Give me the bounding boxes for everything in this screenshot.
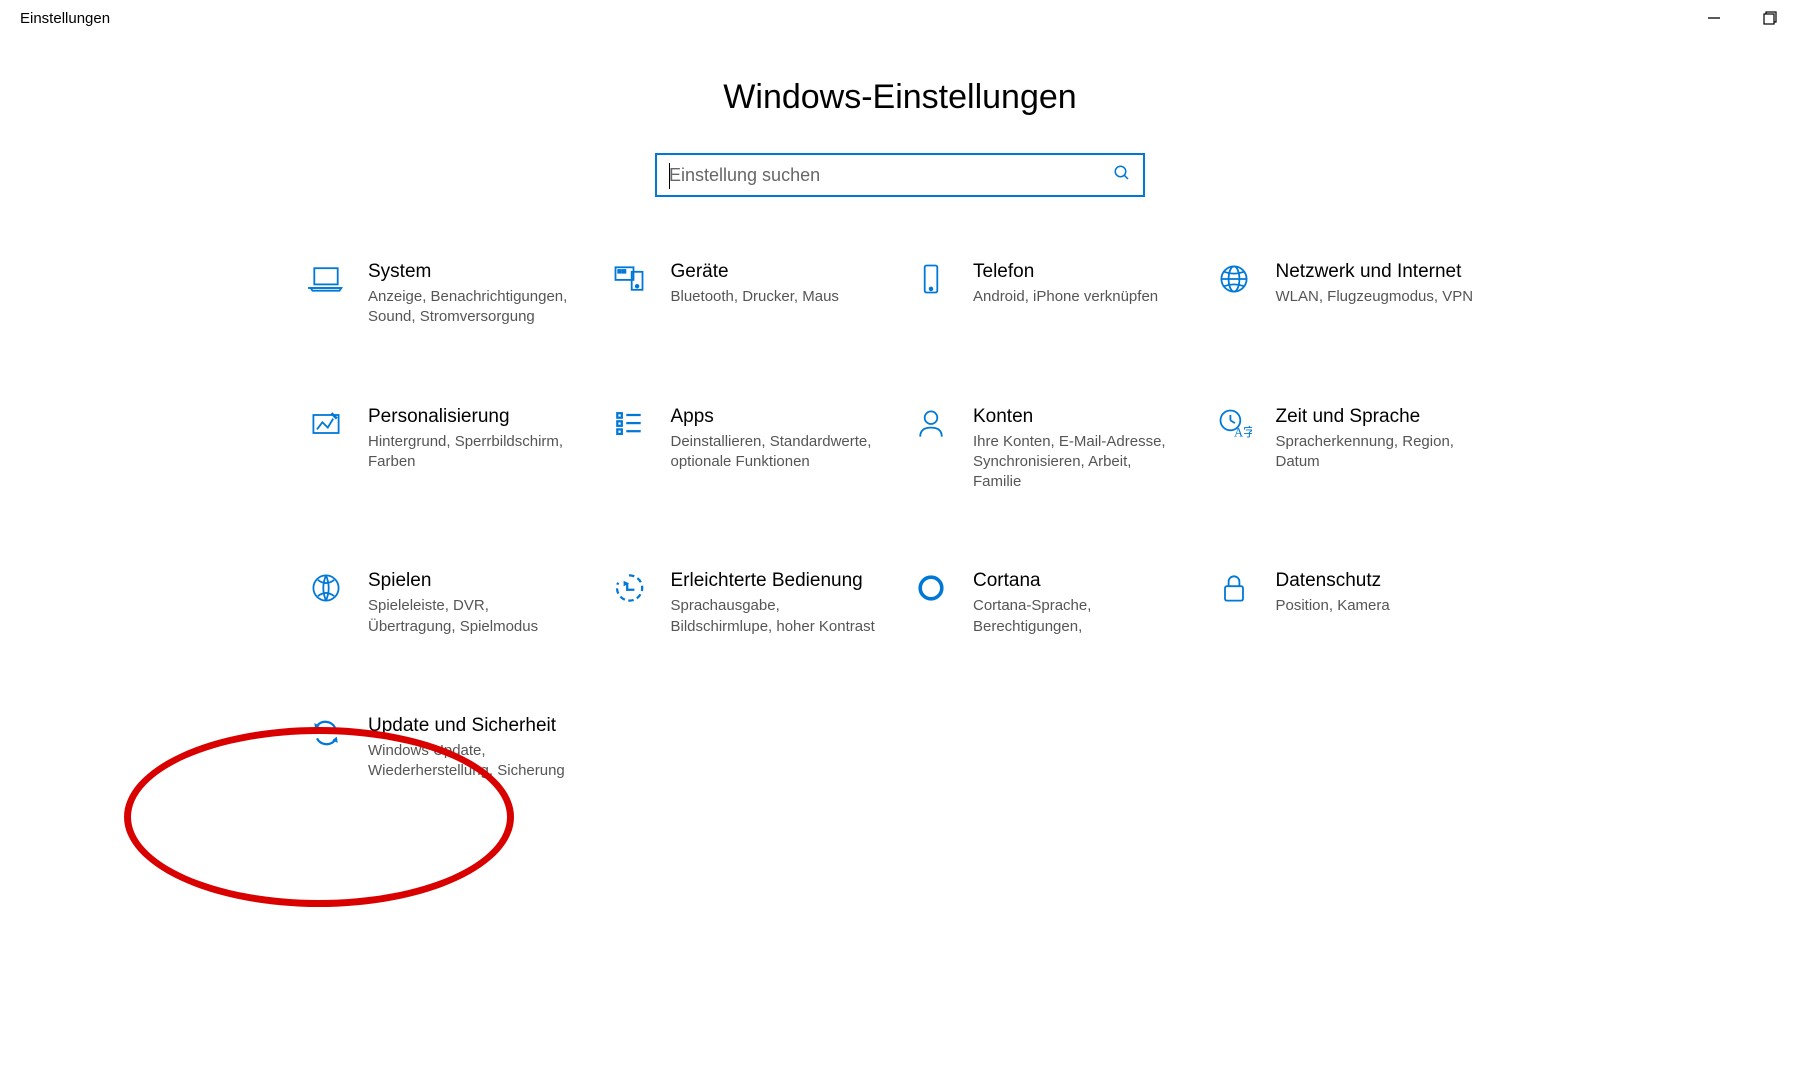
minimize-button[interactable] (1700, 4, 1728, 32)
tile-title: Geräte (671, 261, 890, 283)
tile-desc: Bluetooth, Drucker, Maus (671, 287, 881, 307)
tile-desc: Cortana-Sprache, Berechtigungen, (973, 596, 1183, 637)
tile-desc: Ihre Konten, E-Mail-Adresse, Synchronisi… (973, 432, 1183, 493)
paint-icon (306, 406, 346, 446)
cortana-icon (911, 570, 951, 610)
ease-of-access-icon (609, 570, 649, 610)
tile-title: System (368, 261, 587, 283)
tile-time-language[interactable]: A字 Zeit und Sprache Spracherkennung, Reg… (1208, 402, 1501, 497)
window-controls (1700, 4, 1784, 32)
tile-title: Apps (671, 406, 890, 428)
search-box[interactable] (655, 153, 1145, 197)
tile-gaming[interactable]: Spielen Spieleleiste, DVR, Übertragung, … (300, 566, 593, 641)
tile-desc: Hintergrund, Sperrbildschirm, Farben (368, 432, 578, 473)
tile-cortana[interactable]: Cortana Cortana-Sprache, Berechtigungen, (905, 566, 1198, 641)
tile-desc: Spracherkennung, Region, Datum (1276, 432, 1486, 473)
tile-personalization[interactable]: Personalisierung Hintergrund, Sperrbilds… (300, 402, 593, 497)
xbox-icon (306, 570, 346, 610)
tile-title: Konten (973, 406, 1192, 428)
phone-icon (911, 261, 951, 301)
text-caret (669, 163, 670, 189)
tile-desc: Spieleleiste, DVR, Übertragung, Spielmod… (368, 596, 578, 637)
tile-desc: Anzeige, Benachrichtigungen, Sound, Stro… (368, 287, 578, 328)
settings-grid: System Anzeige, Benachrichtigungen, Soun… (300, 257, 1500, 785)
tile-apps[interactable]: Apps Deinstallieren, Standardwerte, opti… (603, 402, 896, 497)
globe-icon (1214, 261, 1254, 301)
tile-update-security[interactable]: Update und Sicherheit Windows Update, Wi… (300, 711, 593, 786)
tile-title: Cortana (973, 570, 1192, 592)
tile-title: Spielen (368, 570, 587, 592)
page-title: Windows-Einstellungen (0, 78, 1800, 117)
tile-desc: Deinstallieren, Standardwerte, optionale… (671, 432, 881, 473)
tile-devices[interactable]: Geräte Bluetooth, Drucker, Maus (603, 257, 896, 332)
tile-accounts[interactable]: Konten Ihre Konten, E-Mail-Adresse, Sync… (905, 402, 1198, 497)
tile-title: Telefon (973, 261, 1192, 283)
tile-system[interactable]: System Anzeige, Benachrichtigungen, Soun… (300, 257, 593, 332)
devices-icon (609, 261, 649, 301)
tile-network[interactable]: Netzwerk und Internet WLAN, Flugzeugmodu… (1208, 257, 1501, 332)
tile-desc: Android, iPhone verknüpfen (973, 287, 1183, 307)
maximize-button[interactable] (1756, 4, 1784, 32)
window-title: Einstellungen (20, 10, 110, 27)
person-icon (911, 406, 951, 446)
search-input[interactable] (669, 165, 1113, 186)
search-icon (1113, 164, 1131, 187)
tile-ease-of-access[interactable]: Erleichterte Bedienung Sprachausgabe, Bi… (603, 566, 896, 641)
lock-icon (1214, 570, 1254, 610)
tile-title: Personalisierung (368, 406, 587, 428)
tile-title: Update und Sicherheit (368, 715, 587, 737)
titlebar: Einstellungen (0, 0, 1800, 36)
tile-desc: WLAN, Flugzeugmodus, VPN (1276, 287, 1486, 307)
tile-phone[interactable]: Telefon Android, iPhone verknüpfen (905, 257, 1198, 332)
tile-title: Erleichterte Bedienung (671, 570, 890, 592)
tile-title: Netzwerk und Internet (1276, 261, 1495, 283)
apps-list-icon (609, 406, 649, 446)
tile-desc: Sprachausgabe, Bildschirmlupe, hoher Kon… (671, 596, 881, 637)
search-container (0, 153, 1800, 197)
laptop-icon (306, 261, 346, 301)
sync-arrows-icon (306, 715, 346, 755)
tile-desc: Position, Kamera (1276, 596, 1486, 616)
clock-letter-icon: A字 (1214, 406, 1254, 446)
tile-privacy[interactable]: Datenschutz Position, Kamera (1208, 566, 1501, 641)
tile-title: Datenschutz (1276, 570, 1495, 592)
tile-desc: Windows Update, Wiederherstellung, Siche… (368, 741, 578, 782)
tile-title: Zeit und Sprache (1276, 406, 1495, 428)
svg-text:A字: A字 (1234, 425, 1252, 439)
